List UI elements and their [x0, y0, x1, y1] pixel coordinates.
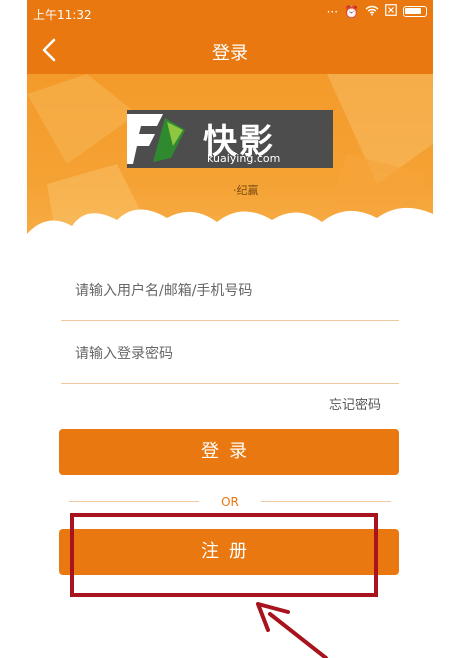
- annotation-arrow-icon: [256, 602, 328, 658]
